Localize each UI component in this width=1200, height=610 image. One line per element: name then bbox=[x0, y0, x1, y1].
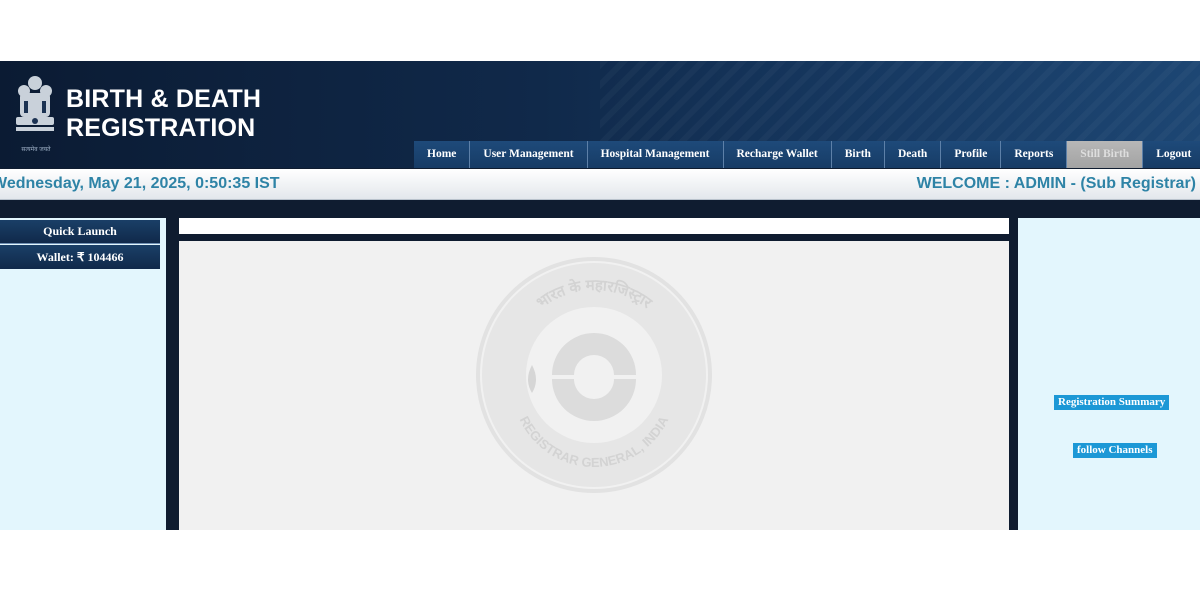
main-nav: Home User Management Hospital Management… bbox=[414, 141, 1200, 168]
registration-summary-link[interactable]: Registration Summary bbox=[1054, 395, 1170, 410]
nav-death[interactable]: Death bbox=[884, 141, 942, 168]
app-window: सत्यमेव जयते BIRTH & DEATH REGISTRATION … bbox=[0, 61, 1200, 530]
nav-still-birth[interactable]: Still Birth bbox=[1067, 141, 1144, 168]
welcome-user: WELCOME : ADMIN - (Sub Registrar) bbox=[916, 175, 1196, 192]
nav-birth[interactable]: Birth bbox=[831, 141, 885, 168]
content-area: भारत के महारजिस्ट्रार REGISTRAR GENERAL,… bbox=[179, 241, 1009, 530]
site-header: सत्यमेव जयते BIRTH & DEATH REGISTRATION … bbox=[0, 61, 1200, 168]
wallet-balance[interactable]: Wallet: ₹ 104466 bbox=[0, 245, 160, 269]
current-datetime: Wednesday, May 21, 2025, 0:50:35 IST bbox=[0, 175, 280, 192]
left-panel: Quick Launch Wallet: ₹ 104466 bbox=[0, 218, 166, 530]
nav-hospital-management[interactable]: Hospital Management bbox=[587, 141, 724, 168]
status-bar: Wednesday, May 21, 2025, 0:50:35 IST WEL… bbox=[0, 169, 1200, 200]
follow-channels-link[interactable]: follow Channels bbox=[1073, 443, 1157, 458]
site-title: BIRTH & DEATH REGISTRATION bbox=[66, 85, 261, 143]
site-title-line2: REGISTRATION bbox=[66, 114, 256, 142]
nav-recharge-wallet[interactable]: Recharge Wallet bbox=[723, 141, 832, 168]
nav-reports[interactable]: Reports bbox=[1001, 141, 1068, 168]
quick-launch-button[interactable]: Quick Launch bbox=[0, 220, 160, 244]
site-title-line1: BIRTH & DEATH bbox=[66, 85, 262, 113]
nav-logout[interactable]: Logout bbox=[1143, 141, 1200, 168]
right-panel: Registration Summary follow Channels bbox=[1018, 218, 1200, 530]
nav-user-management[interactable]: User Management bbox=[470, 141, 588, 168]
nav-profile[interactable]: Profile bbox=[941, 141, 1002, 168]
emblem-caption: सत्यमेव जयते bbox=[21, 147, 51, 153]
content-header-bar bbox=[179, 218, 1009, 234]
registrar-general-seal-icon: भारत के महारजिस्ट्रार REGISTRAR GENERAL,… bbox=[476, 257, 712, 493]
nav-home[interactable]: Home bbox=[414, 141, 471, 168]
national-emblem-icon bbox=[16, 76, 54, 131]
